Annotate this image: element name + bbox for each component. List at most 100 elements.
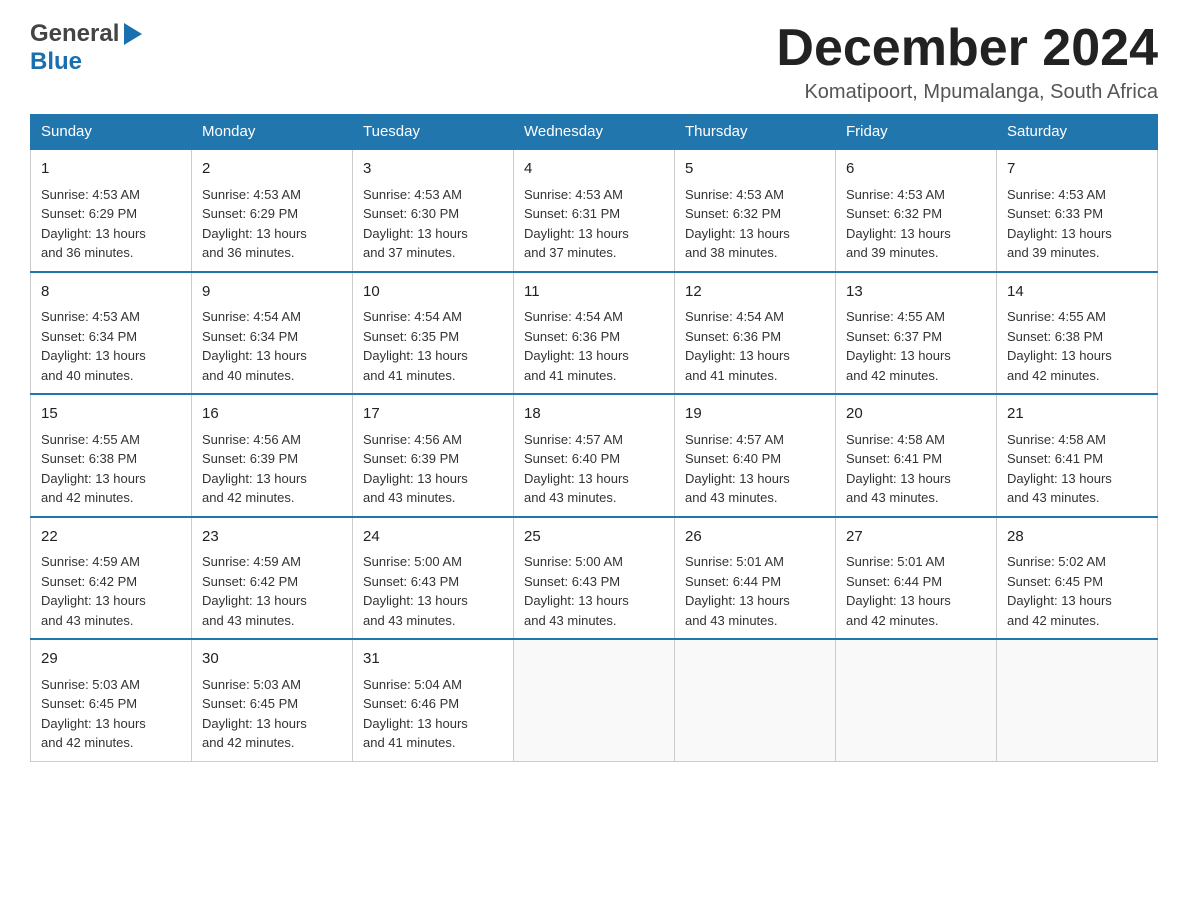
day-number: 4 [524,158,664,181]
day-number: 25 [524,526,664,549]
day-info: Sunrise: 5:02 AMSunset: 6:45 PMDaylight:… [1007,554,1112,628]
table-row: 28 Sunrise: 5:02 AMSunset: 6:45 PMDaylig… [997,517,1158,640]
col-wednesday: Wednesday [514,115,675,150]
day-number: 19 [685,403,825,426]
table-row: 30 Sunrise: 5:03 AMSunset: 6:45 PMDaylig… [192,639,353,761]
table-row: 17 Sunrise: 4:56 AMSunset: 6:39 PMDaylig… [353,394,514,517]
day-number: 10 [363,281,503,304]
day-number: 15 [41,403,181,426]
day-info: Sunrise: 4:53 AMSunset: 6:30 PMDaylight:… [363,187,468,261]
day-info: Sunrise: 4:53 AMSunset: 6:32 PMDaylight:… [846,187,951,261]
day-info: Sunrise: 4:54 AMSunset: 6:34 PMDaylight:… [202,309,307,383]
day-number: 7 [1007,158,1147,181]
col-monday: Monday [192,115,353,150]
day-number: 17 [363,403,503,426]
logo: General Blue [30,20,142,76]
table-row: 15 Sunrise: 4:55 AMSunset: 6:38 PMDaylig… [31,394,192,517]
day-number: 5 [685,158,825,181]
day-number: 23 [202,526,342,549]
table-row: 31 Sunrise: 5:04 AMSunset: 6:46 PMDaylig… [353,639,514,761]
col-tuesday: Tuesday [353,115,514,150]
day-info: Sunrise: 5:03 AMSunset: 6:45 PMDaylight:… [202,677,307,751]
day-number: 13 [846,281,986,304]
table-row: 29 Sunrise: 5:03 AMSunset: 6:45 PMDaylig… [31,639,192,761]
day-number: 16 [202,403,342,426]
day-info: Sunrise: 5:00 AMSunset: 6:43 PMDaylight:… [363,554,468,628]
col-sunday: Sunday [31,115,192,150]
day-number: 6 [846,158,986,181]
day-number: 29 [41,648,181,671]
table-row: 11 Sunrise: 4:54 AMSunset: 6:36 PMDaylig… [514,272,675,395]
day-number: 21 [1007,403,1147,426]
day-info: Sunrise: 5:00 AMSunset: 6:43 PMDaylight:… [524,554,629,628]
title-block: December 2024 Komatipoort, Mpumalanga, S… [776,20,1158,104]
day-number: 9 [202,281,342,304]
day-info: Sunrise: 4:56 AMSunset: 6:39 PMDaylight:… [363,432,468,506]
day-number: 18 [524,403,664,426]
day-number: 2 [202,158,342,181]
table-row: 12 Sunrise: 4:54 AMSunset: 6:36 PMDaylig… [675,272,836,395]
day-info: Sunrise: 4:55 AMSunset: 6:37 PMDaylight:… [846,309,951,383]
table-row: 16 Sunrise: 4:56 AMSunset: 6:39 PMDaylig… [192,394,353,517]
day-info: Sunrise: 5:03 AMSunset: 6:45 PMDaylight:… [41,677,146,751]
calendar-week-row: 15 Sunrise: 4:55 AMSunset: 6:38 PMDaylig… [31,394,1158,517]
day-number: 12 [685,281,825,304]
table-row: 1 Sunrise: 4:53 AMSunset: 6:29 PMDayligh… [31,149,192,272]
logo-blue-text: Blue [30,48,82,75]
table-row: 22 Sunrise: 4:59 AMSunset: 6:42 PMDaylig… [31,517,192,640]
table-row: 21 Sunrise: 4:58 AMSunset: 6:41 PMDaylig… [997,394,1158,517]
day-number: 1 [41,158,181,181]
table-row: 27 Sunrise: 5:01 AMSunset: 6:44 PMDaylig… [836,517,997,640]
calendar-header-row: Sunday Monday Tuesday Wednesday Thursday… [31,115,1158,150]
table-row [997,639,1158,761]
day-number: 20 [846,403,986,426]
day-info: Sunrise: 5:04 AMSunset: 6:46 PMDaylight:… [363,677,468,751]
day-number: 26 [685,526,825,549]
col-saturday: Saturday [997,115,1158,150]
day-info: Sunrise: 4:53 AMSunset: 6:34 PMDaylight:… [41,309,146,383]
day-number: 28 [1007,526,1147,549]
day-info: Sunrise: 4:58 AMSunset: 6:41 PMDaylight:… [846,432,951,506]
table-row [675,639,836,761]
day-info: Sunrise: 5:01 AMSunset: 6:44 PMDaylight:… [685,554,790,628]
logo-general-text: General [30,20,119,48]
day-info: Sunrise: 4:59 AMSunset: 6:42 PMDaylight:… [41,554,146,628]
day-info: Sunrise: 4:57 AMSunset: 6:40 PMDaylight:… [685,432,790,506]
table-row: 3 Sunrise: 4:53 AMSunset: 6:30 PMDayligh… [353,149,514,272]
table-row: 9 Sunrise: 4:54 AMSunset: 6:34 PMDayligh… [192,272,353,395]
day-info: Sunrise: 4:54 AMSunset: 6:36 PMDaylight:… [685,309,790,383]
day-info: Sunrise: 4:56 AMSunset: 6:39 PMDaylight:… [202,432,307,506]
table-row: 6 Sunrise: 4:53 AMSunset: 6:32 PMDayligh… [836,149,997,272]
day-info: Sunrise: 4:58 AMSunset: 6:41 PMDaylight:… [1007,432,1112,506]
table-row [836,639,997,761]
day-info: Sunrise: 4:53 AMSunset: 6:29 PMDaylight:… [202,187,307,261]
table-row: 25 Sunrise: 5:00 AMSunset: 6:43 PMDaylig… [514,517,675,640]
calendar-table: Sunday Monday Tuesday Wednesday Thursday… [30,114,1158,762]
table-row: 8 Sunrise: 4:53 AMSunset: 6:34 PMDayligh… [31,272,192,395]
table-row [514,639,675,761]
day-info: Sunrise: 4:55 AMSunset: 6:38 PMDaylight:… [41,432,146,506]
table-row: 2 Sunrise: 4:53 AMSunset: 6:29 PMDayligh… [192,149,353,272]
calendar-week-row: 22 Sunrise: 4:59 AMSunset: 6:42 PMDaylig… [31,517,1158,640]
day-number: 31 [363,648,503,671]
day-number: 27 [846,526,986,549]
calendar-week-row: 8 Sunrise: 4:53 AMSunset: 6:34 PMDayligh… [31,272,1158,395]
table-row: 18 Sunrise: 4:57 AMSunset: 6:40 PMDaylig… [514,394,675,517]
calendar-week-row: 29 Sunrise: 5:03 AMSunset: 6:45 PMDaylig… [31,639,1158,761]
day-info: Sunrise: 4:53 AMSunset: 6:32 PMDaylight:… [685,187,790,261]
day-info: Sunrise: 4:54 AMSunset: 6:35 PMDaylight:… [363,309,468,383]
table-row: 4 Sunrise: 4:53 AMSunset: 6:31 PMDayligh… [514,149,675,272]
day-number: 30 [202,648,342,671]
day-number: 24 [363,526,503,549]
location-title: Komatipoort, Mpumalanga, South Africa [776,81,1158,104]
day-info: Sunrise: 4:59 AMSunset: 6:42 PMDaylight:… [202,554,307,628]
day-info: Sunrise: 4:53 AMSunset: 6:31 PMDaylight:… [524,187,629,261]
table-row: 10 Sunrise: 4:54 AMSunset: 6:35 PMDaylig… [353,272,514,395]
day-number: 8 [41,281,181,304]
calendar-week-row: 1 Sunrise: 4:53 AMSunset: 6:29 PMDayligh… [31,149,1158,272]
table-row: 23 Sunrise: 4:59 AMSunset: 6:42 PMDaylig… [192,517,353,640]
day-number: 3 [363,158,503,181]
table-row: 7 Sunrise: 4:53 AMSunset: 6:33 PMDayligh… [997,149,1158,272]
day-info: Sunrise: 4:53 AMSunset: 6:29 PMDaylight:… [41,187,146,261]
col-thursday: Thursday [675,115,836,150]
